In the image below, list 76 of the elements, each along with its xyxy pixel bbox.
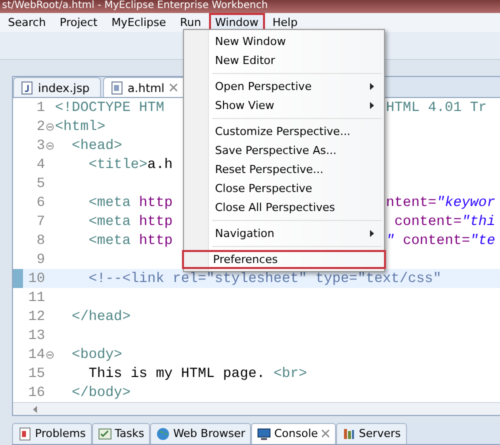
checklist-icon bbox=[98, 426, 112, 441]
line-number: 6 bbox=[36, 194, 45, 211]
line-number: 2 bbox=[36, 118, 45, 135]
line-number: 3 bbox=[36, 138, 45, 154]
code-text: http bbox=[139, 194, 173, 211]
code-text: <meta bbox=[88, 194, 132, 211]
line-number: 14 bbox=[27, 346, 45, 363]
menu-entry[interactable]: Preferences bbox=[182, 250, 386, 269]
code-text: content= bbox=[393, 214, 462, 230]
menu-entry[interactable]: Close All Perspectives bbox=[184, 198, 384, 217]
scroll-left-icon[interactable] bbox=[33, 406, 38, 413]
menu-entry[interactable]: New Editor bbox=[184, 51, 384, 70]
code-text: <head> bbox=[70, 138, 122, 154]
code-text: "thi bbox=[462, 214, 496, 230]
view-tab[interactable]: Servers bbox=[336, 422, 407, 444]
menu-entry[interactable]: Navigation bbox=[184, 224, 384, 243]
code-text: "te bbox=[470, 232, 496, 249]
code-text: a.h bbox=[147, 156, 173, 173]
code-text: "keywor bbox=[436, 194, 496, 211]
globe-icon bbox=[156, 426, 170, 441]
collapse-icon[interactable] bbox=[46, 350, 54, 359]
code-text: <html> bbox=[55, 118, 106, 135]
code-text: <meta bbox=[88, 214, 132, 230]
menu-entry[interactable]: Show View bbox=[184, 96, 384, 115]
code-text: </head> bbox=[70, 308, 131, 325]
menu-item[interactable]: Run bbox=[174, 12, 208, 32]
view-tab[interactable]: Tasks bbox=[92, 422, 150, 444]
monitor-icon bbox=[257, 426, 272, 441]
code-text: This is my HTML page. bbox=[88, 366, 266, 382]
menu-item[interactable]: Help bbox=[266, 12, 304, 32]
horizontal-scrollbar[interactable] bbox=[13, 402, 500, 416]
code-text: <!--<link rel="stylesheet" type="text/css" bbox=[88, 270, 442, 287]
line-number: 16 bbox=[27, 384, 45, 401]
line-number: 8 bbox=[36, 232, 45, 249]
code-text: <body> bbox=[70, 346, 122, 363]
view-tab[interactable]: Console bbox=[251, 422, 336, 444]
code-text: " bbox=[386, 232, 396, 249]
collapse-icon[interactable] bbox=[46, 122, 54, 131]
line-number: 9 bbox=[36, 252, 45, 268]
editor-tab[interactable]: index.jsp bbox=[13, 77, 101, 98]
menu-entry[interactable]: Customize Perspective... bbox=[184, 122, 384, 141]
menu-entry[interactable]: Reset Perspective... bbox=[184, 160, 384, 179]
menu-item[interactable]: MyEclipse bbox=[105, 12, 172, 32]
code-text: content= bbox=[402, 232, 470, 249]
code-text: http bbox=[139, 214, 173, 230]
code-text: <meta bbox=[88, 232, 132, 249]
line-number: 7 bbox=[36, 214, 45, 230]
code-text: <br> bbox=[273, 366, 308, 382]
code-text: ntent= bbox=[386, 194, 436, 211]
file-icon bbox=[110, 80, 124, 95]
file-icon bbox=[20, 80, 34, 95]
menu-item[interactable]: Project bbox=[54, 12, 104, 32]
line-number: 5 bbox=[36, 176, 45, 192]
server-icon bbox=[342, 426, 356, 441]
code-text: <title> bbox=[88, 156, 148, 173]
menu-entry[interactable]: New Window bbox=[184, 32, 384, 51]
code-text: http bbox=[139, 232, 173, 249]
code-text: </body> bbox=[70, 384, 131, 401]
view-tab[interactable]: Web Browser bbox=[150, 422, 252, 444]
menu-item[interactable]: Search bbox=[2, 12, 52, 32]
menu-entry[interactable]: Close Perspective bbox=[184, 179, 384, 198]
close-icon[interactable] bbox=[168, 83, 178, 92]
line-number: 4 bbox=[36, 156, 45, 173]
close-icon[interactable] bbox=[320, 429, 330, 438]
code-text: <!DOCTYPE HTM bbox=[55, 100, 164, 116]
line-number: 1 bbox=[36, 100, 45, 116]
view-tab[interactable]: Problems bbox=[12, 422, 92, 444]
line-number: 13 bbox=[27, 328, 45, 344]
menu-entry[interactable]: Save Perspective As... bbox=[184, 141, 384, 160]
collapse-icon[interactable] bbox=[46, 142, 54, 150]
line-number: 11 bbox=[27, 290, 45, 306]
line-number: 10 bbox=[27, 270, 45, 287]
line-number: 12 bbox=[27, 308, 45, 325]
line-number: 15 bbox=[27, 366, 45, 382]
window-title: st/WebRoot/a.html - MyEclipse Enterprise Workbench bbox=[2, 0, 268, 12]
code-text: HTML 4.01 Tr bbox=[386, 100, 487, 116]
